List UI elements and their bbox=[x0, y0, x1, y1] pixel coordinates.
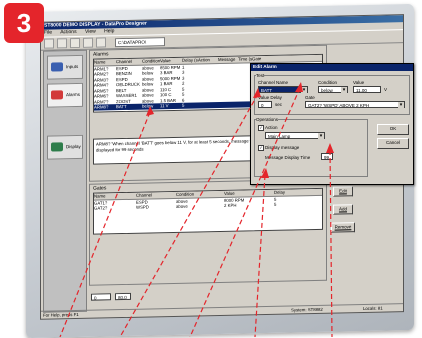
action-checkbox[interactable]: ✓ Action bbox=[258, 125, 278, 131]
footer-value-field[interactable]: 0 bbox=[91, 293, 111, 301]
message-time-label: Message Display Time bbox=[265, 155, 311, 160]
step-number-badge: 3 bbox=[4, 3, 44, 43]
table-cell: 2 KPH bbox=[224, 202, 237, 208]
gate-edit-button[interactable]: Edit bbox=[333, 186, 353, 197]
channel-dropdown[interactable]: BATT bbox=[258, 86, 308, 93]
gate-dropdown[interactable]: GAT2? 'WSPD' ABOVE 2 KPH bbox=[305, 101, 405, 108]
operations-label: Operations bbox=[256, 117, 279, 122]
nav-display-label: Display bbox=[66, 143, 81, 150]
gate-label: Gate bbox=[305, 95, 315, 100]
table-cell: ARM8? bbox=[94, 104, 109, 110]
gate-remove-label: Remove bbox=[334, 224, 352, 230]
gate-remove-button[interactable]: Remove bbox=[331, 222, 355, 233]
delay-input[interactable]: 0 bbox=[258, 101, 272, 108]
path-field[interactable]: C:\DATAPRO\ bbox=[115, 36, 165, 47]
save-icon[interactable] bbox=[70, 37, 80, 49]
condition-label: Condition bbox=[318, 80, 338, 85]
table-cell: WSPD bbox=[136, 204, 149, 210]
col-gate[interactable]: Gate bbox=[252, 56, 264, 62]
table-cell: 11 V bbox=[160, 103, 169, 109]
gates-title: Gates bbox=[93, 185, 107, 192]
table-cell: GAT2? bbox=[94, 205, 108, 211]
delay-unit: sec bbox=[275, 102, 283, 107]
gate-col-value[interactable]: Value bbox=[224, 190, 274, 197]
condition-dropdown[interactable]: below bbox=[318, 86, 348, 93]
cancel-button[interactable]: Cancel bbox=[377, 138, 409, 149]
channel-label: Channel Name bbox=[258, 80, 289, 85]
table-cell: 5 bbox=[274, 201, 277, 207]
nav-inputs-label: Inputs bbox=[66, 63, 79, 70]
menu-view[interactable]: View bbox=[85, 29, 96, 35]
col-action[interactable]: Action bbox=[198, 57, 218, 63]
message-time-input[interactable]: 99 bbox=[321, 153, 333, 160]
alarms-title: Alarms bbox=[93, 51, 109, 58]
gate-add-button[interactable]: Add bbox=[333, 204, 353, 215]
nav-display[interactable]: Display bbox=[47, 134, 83, 160]
display-icon bbox=[51, 142, 63, 152]
action-checkbox-label: Action bbox=[265, 125, 278, 131]
gate-col-name[interactable]: Name bbox=[94, 193, 136, 199]
menu-actions[interactable]: Actions bbox=[60, 29, 76, 35]
status-help: For Help, press F1 bbox=[43, 311, 79, 318]
col-value[interactable]: Value bbox=[160, 58, 182, 64]
col-message[interactable]: Message bbox=[218, 57, 238, 63]
col-delay[interactable]: Delay (sec) bbox=[182, 57, 198, 63]
edit-alarm-dialog: Edit Alarm Test Channel Name BATT Condit… bbox=[250, 63, 414, 185]
sidebar: Inputs Alarms Display bbox=[43, 49, 87, 313]
ok-button[interactable]: OK bbox=[377, 124, 409, 135]
value-input[interactable]: 11.00 bbox=[353, 86, 381, 93]
col-name[interactable]: Name bbox=[94, 59, 116, 65]
test-group-label: Test bbox=[256, 73, 265, 78]
gate-col-condition[interactable]: Condition bbox=[176, 191, 224, 198]
table-cell: 5 bbox=[182, 102, 185, 108]
gate-col-channel[interactable]: Channel bbox=[136, 192, 176, 198]
nav-alarms[interactable]: Alarms bbox=[47, 82, 83, 108]
status-system: System: ST8882 bbox=[291, 306, 323, 313]
table-cell: below bbox=[142, 103, 154, 109]
display-message-checkbox[interactable]: ✓ Display message bbox=[258, 145, 299, 151]
col-condition[interactable]: Condition bbox=[142, 58, 160, 64]
help-icon[interactable] bbox=[96, 37, 106, 48]
gates-table[interactable]: Name Channel Condition Value Delay GAT1?… bbox=[93, 187, 323, 235]
nav-inputs[interactable]: Inputs bbox=[47, 54, 83, 80]
delay-label: Value Delay bbox=[258, 95, 282, 100]
col-channel[interactable]: Channel bbox=[116, 59, 142, 65]
display-message-label: Display message bbox=[265, 145, 300, 151]
check-icon: ✓ bbox=[258, 145, 264, 151]
footer-unit-field[interactable]: 80.0 bbox=[115, 292, 131, 301]
table-cell: BATT bbox=[116, 103, 127, 110]
table-cell: above bbox=[176, 203, 188, 209]
gate-col-delay[interactable]: Delay bbox=[274, 189, 304, 195]
open-folder-icon[interactable] bbox=[57, 38, 67, 49]
check-icon: ✓ bbox=[258, 125, 264, 131]
print-icon[interactable] bbox=[83, 37, 93, 48]
status-locals: Locals: 81 bbox=[363, 305, 383, 312]
new-file-icon[interactable] bbox=[44, 38, 54, 49]
value-unit: V bbox=[384, 87, 388, 92]
nav-alarms-label: Alarms bbox=[66, 91, 81, 98]
menu-help[interactable]: Help bbox=[104, 28, 114, 34]
alarms-icon bbox=[51, 90, 63, 100]
col-time[interactable]: Time (s) bbox=[238, 56, 252, 62]
action-dropdown[interactable]: Main Lamp bbox=[265, 132, 325, 139]
gates-group: Gates Name Channel Condition Value Delay… bbox=[89, 178, 327, 286]
gate-edit-label: Edit bbox=[339, 188, 347, 194]
inputs-icon bbox=[51, 62, 63, 72]
menu-file[interactable]: File bbox=[44, 30, 52, 36]
dialog-title: Edit Alarm bbox=[251, 64, 413, 71]
value-label: Value bbox=[353, 80, 365, 85]
gate-add-label: Add bbox=[338, 206, 347, 212]
